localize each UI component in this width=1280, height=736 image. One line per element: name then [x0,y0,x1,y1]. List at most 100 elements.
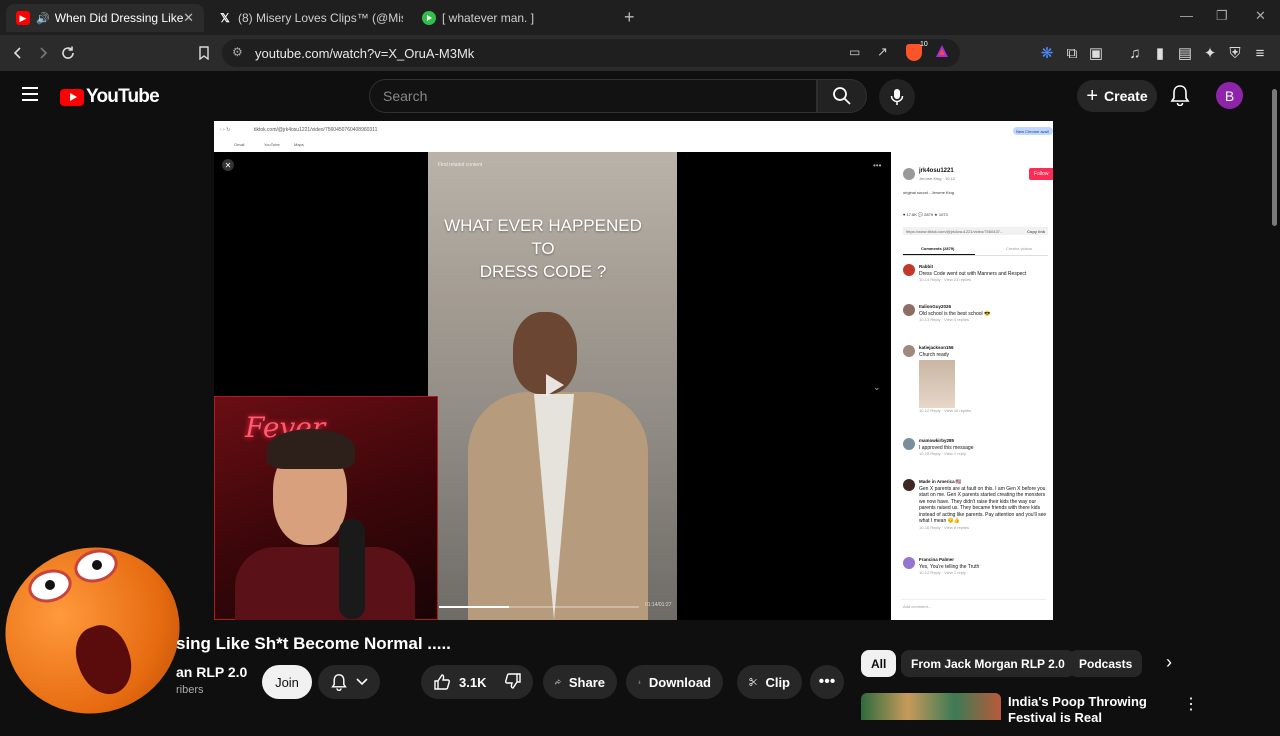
new-tab-button[interactable]: + [624,7,635,28]
back-button[interactable] [8,43,28,63]
suggested-video-title[interactable]: India's Poop Throwing Festival is Real [1008,694,1178,726]
hamburger-menu-icon[interactable] [22,87,38,101]
caption-line: TO [531,239,555,258]
channel-name[interactable]: an RLP 2.0 [176,664,247,680]
cast-icon[interactable]: ▭ [849,45,860,59]
tab-youtube[interactable]: ▶ 🔊 When Did Dressing Like Sh*t ✕ [6,4,204,32]
address-bar[interactable]: ⚙ youtube.com/watch?v=X_OruA-M3Mk ▭ ↗ 10 [222,39,960,67]
shield-count: 10 [920,41,928,48]
search-box[interactable] [369,79,817,113]
youtube-icon: ▶ [16,11,30,25]
commenter-avatar [903,438,915,450]
engagement-stats: ♥ 17.6K 💬 2879 ★ 1073 [903,212,948,217]
more-actions-button[interactable]: ••• [810,665,844,699]
more-options-icon: ••• [873,161,882,170]
creator-avatar [903,168,915,180]
scroll-down-icon: ⌄ [873,382,881,392]
search-button[interactable] [817,79,867,113]
vpn-icon[interactable]: ❋ [1037,43,1057,63]
leo-ai-icon[interactable]: ✦ [1200,43,1220,63]
vpn-shield-icon[interactable]: ⛨ [1225,43,1245,63]
commenter-avatar [903,345,915,357]
screenshot-icon[interactable]: ▣ [1086,43,1106,63]
youtube-play-icon [60,88,84,106]
chip-all[interactable]: All [861,650,897,677]
menu-icon[interactable]: ≡ [1250,43,1270,63]
share-button[interactable]: Share [543,665,617,699]
browser-tab-bar: ▶ 🔊 When Did Dressing Like Sh*t ✕ 𝕏 (8) … [0,0,1280,35]
play-overlay-icon [542,372,568,398]
bookmark-icon[interactable] [194,43,214,63]
close-window-button[interactable]: ✕ [1255,8,1266,24]
account-avatar[interactable]: B [1216,82,1243,109]
play-icon [422,11,436,25]
embedded-bookmark: Gmail [234,142,245,147]
forward-button[interactable] [33,43,53,63]
chevron-down-icon [355,678,368,686]
chevron-right-icon[interactable]: › [1166,652,1172,673]
suggested-video-menu-icon[interactable]: ⋮ [1183,694,1199,714]
create-button[interactable]: + Create [1077,80,1157,112]
video-caption: WHAT EVER HAPPENED TO DRESS CODE ? [428,214,658,283]
follow-button: Follow [1029,168,1053,180]
embedded-url: tiktok.com/@jrk4osu1221/video/7560450760… [254,127,378,133]
orange-mascot-sticker [0,524,202,736]
share-link-text: https://www.tiktok.com/@jrk4osu1221/vide… [906,229,1004,234]
extensions-icon[interactable]: ⧉ [1062,43,1082,63]
page-scrollbar[interactable] [1270,71,1280,720]
bell-icon [330,674,347,691]
dislike-button[interactable] [504,672,522,693]
thumbs-down-icon [505,672,522,689]
chip-from-channel[interactable]: From Jack Morgan RLP 2.0 [901,650,1075,677]
maximize-button[interactable]: ❐ [1216,8,1228,24]
tiktok-progress-bar [439,606,639,608]
speaker-figure [468,302,648,620]
subscription-notifications-button[interactable] [318,665,380,699]
wallet-icon[interactable]: ▤ [1175,43,1195,63]
scrollbar-thumb[interactable] [1272,89,1277,226]
download-button[interactable]: Download [626,665,723,699]
commenter-avatar [903,264,915,276]
notifications-bell-icon[interactable] [1170,84,1190,111]
url-text[interactable]: youtube.com/watch?v=X_OruA-M3Mk [255,46,474,61]
search-input[interactable] [383,88,783,104]
like-button[interactable]: 3.1K [433,673,486,691]
video-player[interactable]: ‹ › ↻ tiktok.com/@jrk4osu1221/video/7560… [214,121,1053,620]
create-label: Create [1104,88,1148,104]
clip-button[interactable]: Clip [737,665,802,699]
comment-item: Francina Palmer Yes, You're telling the T… [903,557,1048,577]
embedded-bookmark: YouTube [264,142,280,147]
chip-podcasts[interactable]: Podcasts [1069,650,1143,677]
brave-rewards-icon[interactable] [935,44,949,63]
commenter-avatar [903,304,915,316]
copy-link-label: Copy link [1026,229,1045,234]
media-icon[interactable]: ♫ [1125,43,1145,63]
embedded-bookmark: Maps [294,142,304,147]
comment-meta: 10-14 Reply · View 23 replies [919,277,972,282]
minimize-button[interactable]: — [1180,8,1193,23]
tab-creator-videos: Creator videos [1006,246,1033,251]
tab-whatever[interactable]: [ whatever man. ] [412,4,612,32]
join-button[interactable]: Join [262,665,312,699]
suggested-video-thumbnail[interactable] [861,693,1001,720]
embedded-nav-icons: ‹ › ↻ [220,127,231,133]
share-page-icon[interactable]: ↗ [877,44,888,60]
comment-item: Made in America 🇺🇸 Gen X parents are at f… [903,479,1048,531]
clip-label: Clip [765,674,790,690]
progress-fill [439,606,509,608]
tab-x[interactable]: 𝕏 (8) Misery Loves Clips™ (@MiseryClip [208,4,408,32]
speaker-icon[interactable]: 🔊 [36,12,50,25]
share-icon [555,679,561,685]
close-tab-icon[interactable]: ✕ [183,10,194,26]
like-count: 3.1K [459,674,487,690]
comment-text: Church ready [919,351,950,358]
scissors-icon [749,678,757,686]
creator-subline: Jerome King · 10-12 [919,176,956,181]
youtube-header: YouTube + Create B [0,71,1280,121]
reload-button[interactable] [58,43,78,63]
youtube-logo[interactable]: YouTube [60,86,160,108]
site-settings-icon[interactable]: ⚙ [232,45,243,59]
comment-item: katiejackson156 Church ready 10-12 Reply ·… [903,345,1048,415]
voice-search-button[interactable] [879,79,915,115]
sidebar-icon[interactable]: ▮ [1150,43,1170,63]
